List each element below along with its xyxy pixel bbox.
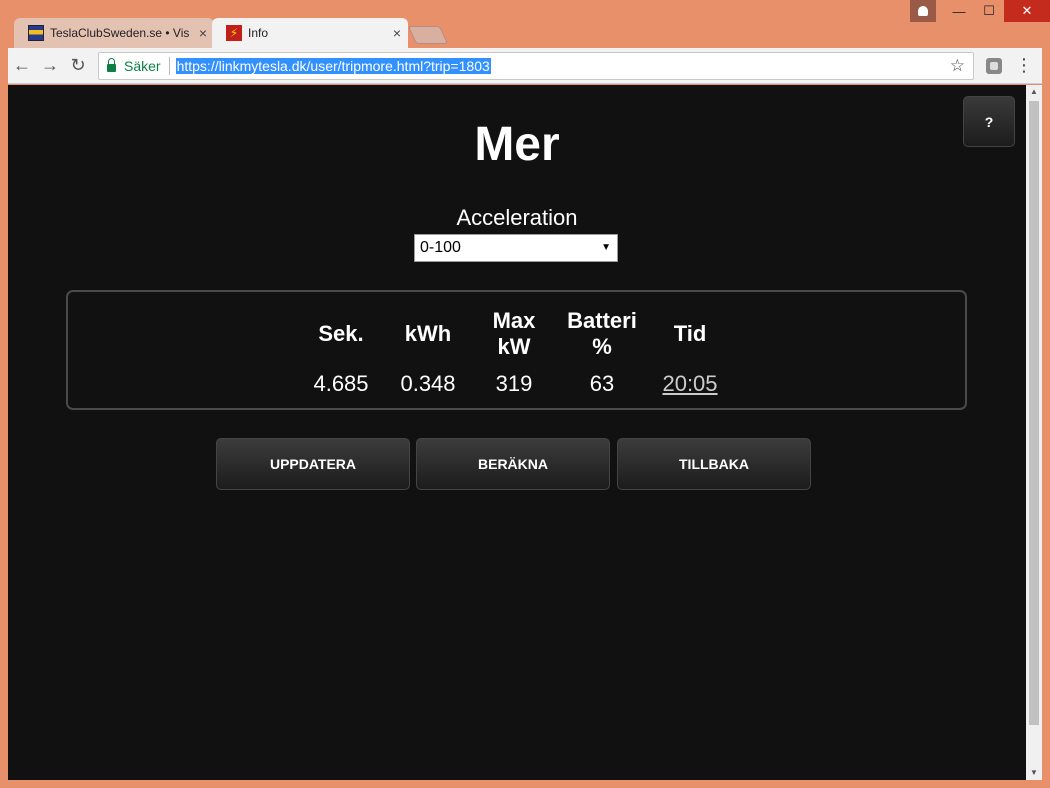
- teslaclub-favicon-icon: [28, 25, 44, 41]
- page-viewport: ? Mer Acceleration 0-100 ▼ Sek. 4.685 kW…: [8, 85, 1026, 780]
- back-arrow-icon[interactable]: ←: [8, 52, 36, 80]
- calculate-button[interactable]: BERÄKNA: [416, 438, 610, 490]
- acceleration-label: Acceleration: [456, 205, 578, 230]
- dropdown-arrow-icon: ▼: [601, 242, 611, 253]
- column-value: 4.685: [313, 371, 369, 396]
- address-bar[interactable]: Säker https://linkmytesla.dk/user/tripmo…: [98, 51, 974, 80]
- tab-close-icon[interactable]: ×: [386, 25, 408, 41]
- window-controls: — ☐ ✕: [910, 0, 1050, 22]
- vertical-scrollbar[interactable]: ▲ ▼: [1026, 85, 1042, 780]
- address-divider: [168, 56, 170, 75]
- new-tab-button[interactable]: [407, 26, 449, 44]
- time-link[interactable]: 20:05: [645, 371, 735, 397]
- result-column-seconds: Sek. 4.685: [296, 306, 386, 397]
- column-value: 0.348: [400, 371, 456, 396]
- secure-label: Säker: [124, 57, 161, 74]
- menu-dots-icon[interactable]: ⋮: [1014, 55, 1034, 76]
- column-header: Max kW: [492, 308, 536, 359]
- lock-icon: [107, 57, 116, 72]
- minimize-button[interactable]: —: [944, 0, 974, 22]
- column-header: Sek.: [318, 321, 364, 346]
- user-profile-icon[interactable]: [910, 0, 936, 22]
- tab-title: TeslaClubSweden.se • Vis: [50, 26, 190, 40]
- tab-teslaclubsweden[interactable]: TeslaClubSweden.se • Vis ×: [14, 18, 214, 48]
- scroll-up-arrow-icon[interactable]: ▲: [1026, 85, 1042, 99]
- reload-icon[interactable]: ↻: [64, 52, 92, 80]
- extension-icon[interactable]: [986, 57, 1002, 74]
- tab-title: Info: [248, 26, 269, 40]
- column-header: kWh: [404, 321, 452, 346]
- result-column-kwh: kWh 0.348: [383, 306, 473, 397]
- column-value: 63: [589, 371, 615, 396]
- select-value: 0-100: [420, 239, 461, 256]
- result-column-max-kw: Max kW 319: [470, 306, 558, 397]
- bolt-favicon-icon: ⚡: [226, 25, 242, 41]
- bookmark-star-icon[interactable]: ☆: [950, 56, 965, 76]
- update-button[interactable]: UPPDATERA: [216, 438, 410, 490]
- column-value: 319: [495, 371, 533, 396]
- column-header: Batteri %: [567, 308, 637, 359]
- url-text[interactable]: https://linkmytesla.dk/user/tripmore.htm…: [175, 57, 491, 74]
- tab-close-icon[interactable]: ×: [192, 25, 214, 41]
- browser-toolbar: ← → ↻ Säker https://linkmytesla.dk/user/…: [8, 48, 1042, 84]
- forward-arrow-icon[interactable]: →: [36, 52, 64, 80]
- column-header: Tid: [673, 321, 707, 346]
- results-panel: Sek. 4.685 kWh 0.348 Max kW 319 Batteri …: [66, 290, 967, 410]
- title-bar: — ☐ ✕ TeslaClubSweden.se • Vis × ⚡ Info …: [0, 0, 1050, 48]
- result-column-battery: Batteri % 63: [558, 306, 646, 397]
- close-window-button[interactable]: ✕: [1004, 0, 1050, 22]
- page-title: Mer: [474, 118, 560, 171]
- tab-info[interactable]: ⚡ Info ×: [212, 18, 408, 48]
- scroll-down-arrow-icon[interactable]: ▼: [1026, 766, 1042, 780]
- scroll-thumb[interactable]: [1029, 101, 1039, 725]
- back-button[interactable]: TILLBAKA: [617, 438, 811, 490]
- maximize-button[interactable]: ☐: [974, 0, 1004, 22]
- result-column-time: Tid 20:05: [645, 306, 735, 397]
- acceleration-select[interactable]: 0-100 ▼: [414, 234, 618, 262]
